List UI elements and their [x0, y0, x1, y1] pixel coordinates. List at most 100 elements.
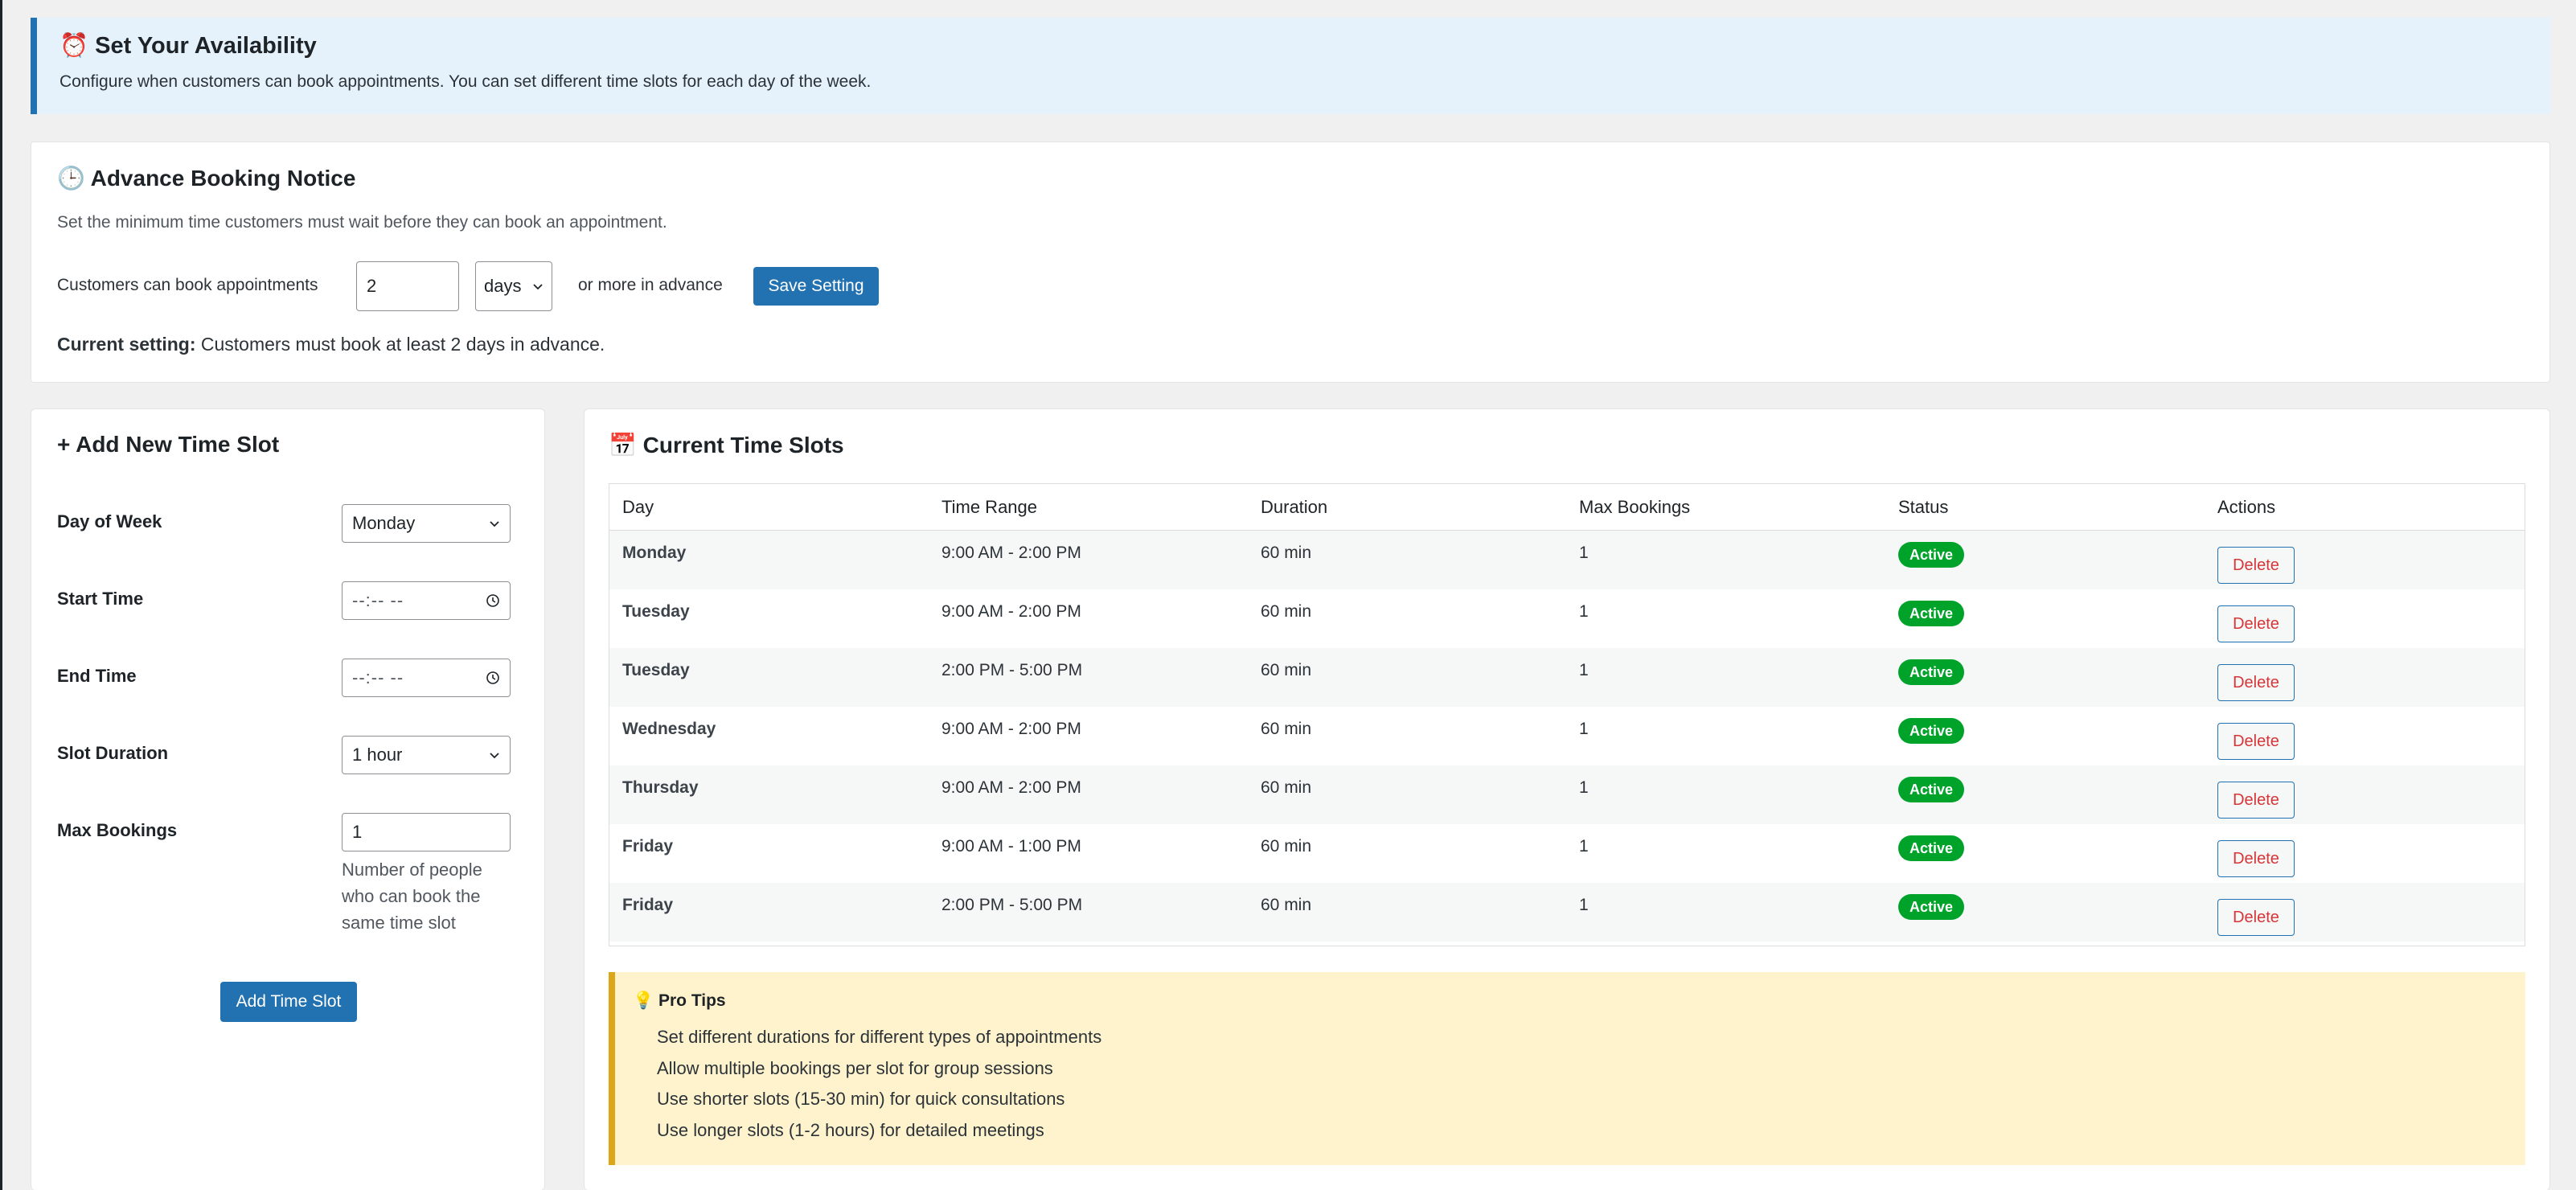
pro-tips-box: 💡 Pro Tips Set different durations for d… — [609, 972, 2525, 1165]
cell-day: Wednesday — [622, 720, 716, 738]
current-setting-text: Customers must book at least 2 days in a… — [195, 334, 605, 355]
cell-duration: 60 min — [1261, 837, 1312, 856]
advance-booking-subtitle: Set the minimum time customers must wait… — [57, 213, 667, 232]
cell-duration: 60 min — [1261, 544, 1312, 562]
table-row: Tuesday 2:00 PM - 5:00 PM 60 min 1 Activ… — [609, 648, 2525, 707]
header-time-range: Time Range — [941, 497, 1038, 517]
cell-day: Tuesday — [622, 661, 690, 679]
delete-button[interactable]: Delete — [2217, 605, 2295, 642]
availability-description: Configure when customers can book appoin… — [59, 72, 872, 91]
slot-duration-value: 1 hour — [352, 745, 403, 765]
cell-day: Monday — [622, 544, 687, 562]
table-row: Thursday 9:00 AM - 2:00 PM 60 min 1 Acti… — [609, 765, 2525, 824]
day-of-week-select[interactable]: Monday — [342, 504, 511, 543]
save-setting-button[interactable]: Save Setting — [753, 267, 879, 306]
chevron-down-icon — [533, 284, 543, 290]
cell-day: Thursday — [622, 778, 699, 797]
cell-day: Friday — [622, 837, 674, 856]
max-bookings-help: Number of people who can book the same t… — [342, 860, 482, 933]
cell-time-range: 2:00 PM - 5:00 PM — [941, 661, 1083, 679]
availability-notice: ⏰ Set Your Availability Configure when c… — [31, 18, 2550, 114]
add-slot-title: + Add New Time Slot — [57, 432, 280, 457]
cell-duration: 60 min — [1261, 720, 1312, 738]
start-time-label: Start Time — [57, 589, 144, 609]
cell-time-range: 9:00 AM - 2:00 PM — [941, 602, 1081, 621]
table-header: Day Time Range Duration Max Bookings Sta… — [609, 484, 2525, 531]
max-bookings-value: 1 — [352, 822, 363, 842]
pro-tips-list: Set different durations for different ty… — [657, 1022, 1101, 1146]
cell-max-bookings: 1 — [1579, 544, 1589, 562]
status-badge: Active — [1898, 718, 1965, 744]
list-item: Use longer slots (1-2 hours) for detaile… — [657, 1119, 1044, 1140]
day-of-week-value: Monday — [352, 513, 416, 533]
status-badge: Active — [1898, 601, 1965, 626]
end-time-input[interactable]: --:-- -- — [342, 659, 511, 697]
time-slots-table: Day Time Range Duration Max Bookings Sta… — [609, 483, 2525, 946]
delete-button[interactable]: Delete — [2217, 664, 2295, 701]
clock-icon[interactable] — [486, 593, 500, 608]
header-duration: Duration — [1261, 497, 1328, 517]
availability-title: ⏰ Set Your Availability — [59, 33, 317, 59]
table-row: Friday 2:00 PM - 5:00 PM 60 min 1 Active… — [609, 883, 2525, 942]
end-time-label: End Time — [57, 666, 137, 686]
add-time-slot-card: + Add New Time Slot Day of Week Monday S… — [31, 408, 545, 1190]
cell-day: Tuesday — [622, 602, 690, 621]
status-badge: Active — [1898, 542, 1965, 568]
table-row: Friday 9:00 AM - 1:00 PM 60 min 1 Active… — [609, 824, 2525, 883]
cell-max-bookings: 1 — [1579, 896, 1589, 914]
clock-icon[interactable] — [486, 671, 500, 685]
cell-max-bookings: 1 — [1579, 661, 1589, 679]
start-time-placeholder: --:-- -- — [352, 590, 404, 610]
max-bookings-input[interactable]: 1 — [342, 813, 511, 851]
add-time-slot-button[interactable]: Add Time Slot — [220, 982, 357, 1022]
cell-time-range: 9:00 AM - 2:00 PM — [941, 544, 1081, 562]
header-day: Day — [622, 497, 654, 517]
header-actions: Actions — [2217, 497, 2276, 517]
status-badge: Active — [1898, 835, 1965, 861]
delete-button[interactable]: Delete — [2217, 899, 2295, 936]
header-max-bookings: Max Bookings — [1579, 497, 1691, 517]
cell-duration: 60 min — [1261, 661, 1312, 679]
cell-duration: 60 min — [1261, 896, 1312, 914]
cell-time-range: 9:00 AM - 2:00 PM — [941, 720, 1081, 738]
cell-max-bookings: 1 — [1579, 602, 1589, 621]
advance-unit-select[interactable]: days — [475, 261, 552, 311]
slot-duration-label: Slot Duration — [57, 743, 169, 763]
header-status: Status — [1898, 497, 1949, 517]
list-item: Allow multiple bookings per slot for gro… — [657, 1057, 1053, 1078]
current-time-slots-card: 📅 Current Time Slots Day Time Range Dura… — [584, 408, 2550, 1190]
admin-sidebar-edge — [0, 0, 2, 1190]
delete-button[interactable]: Delete — [2217, 782, 2295, 819]
advance-booking-card: 🕒 Advance Booking Notice Set the minimum… — [31, 142, 2550, 383]
cell-time-range: 2:00 PM - 5:00 PM — [941, 896, 1083, 914]
current-setting-label: Current setting: — [57, 334, 196, 355]
table-row: Wednesday 9:00 AM - 2:00 PM 60 min 1 Act… — [609, 707, 2525, 765]
slot-duration-select[interactable]: 1 hour — [342, 736, 511, 774]
advance-unit-value: days — [484, 276, 522, 296]
advance-booking-title: 🕒 Advance Booking Notice — [57, 166, 356, 191]
status-badge: Active — [1898, 894, 1965, 920]
start-time-input[interactable]: --:-- -- — [342, 581, 511, 620]
chevron-down-icon — [490, 753, 499, 759]
delete-button[interactable]: Delete — [2217, 723, 2295, 760]
cell-duration: 60 min — [1261, 778, 1312, 797]
list-item: Set different durations for different ty… — [657, 1027, 1102, 1047]
table-row: Tuesday 9:00 AM - 2:00 PM 60 min 1 Activ… — [609, 589, 2525, 648]
delete-button[interactable]: Delete — [2217, 547, 2295, 584]
advance-days-input[interactable] — [356, 261, 459, 311]
max-bookings-label: Max Bookings — [57, 820, 178, 840]
status-badge: Active — [1898, 777, 1965, 802]
cell-max-bookings: 1 — [1579, 837, 1589, 856]
table-row: Monday 9:00 AM - 2:00 PM 60 min 1 Active… — [609, 531, 2525, 589]
list-item: Use shorter slots (15-30 min) for quick … — [657, 1089, 1065, 1109]
cell-max-bookings: 1 — [1579, 720, 1589, 738]
cell-day: Friday — [622, 896, 674, 914]
cell-max-bookings: 1 — [1579, 778, 1589, 797]
cell-time-range: 9:00 AM - 1:00 PM — [941, 837, 1081, 856]
status-badge: Active — [1898, 659, 1965, 685]
advance-suffix: or more in advance — [578, 276, 723, 294]
advance-row-label: Customers can book appointments — [57, 276, 318, 294]
current-slots-title: 📅 Current Time Slots — [609, 433, 844, 458]
pro-tips-title: 💡 Pro Tips — [633, 991, 726, 1010]
delete-button[interactable]: Delete — [2217, 840, 2295, 877]
